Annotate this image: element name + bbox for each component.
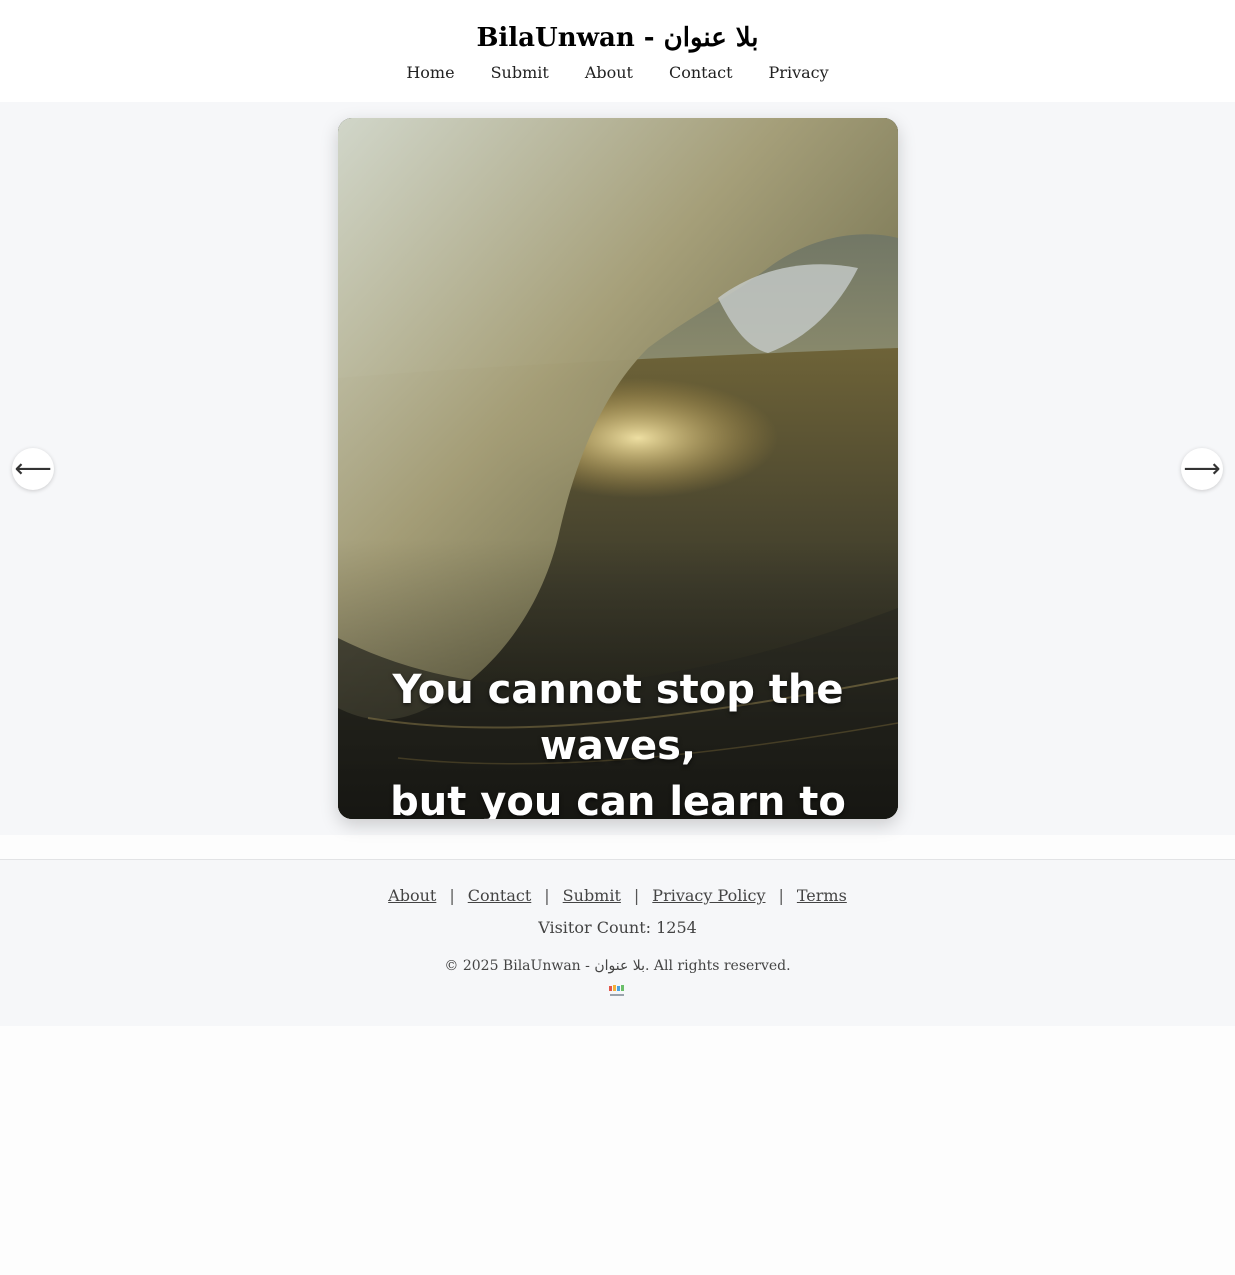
- footer-link-submit[interactable]: Submit: [563, 886, 621, 905]
- nav-privacy[interactable]: Privacy: [769, 62, 829, 84]
- footer-link-privacy-policy[interactable]: Privacy Policy: [652, 886, 765, 905]
- bilaunwan-logo-icon: [609, 985, 624, 996]
- nav-about[interactable]: About: [585, 62, 633, 84]
- next-slide-button[interactable]: ⟶: [1181, 448, 1223, 490]
- quote-line-1: You cannot stop the waves,: [392, 667, 844, 769]
- site-footer: About | Contact | Submit | Privacy Polic…: [0, 859, 1235, 1026]
- main-nav: Home Submit About Contact Privacy: [0, 62, 1235, 84]
- footer-separator: |: [544, 886, 550, 905]
- nav-contact[interactable]: Contact: [669, 62, 733, 84]
- footer-separator: |: [449, 886, 455, 905]
- site-title: BilaUnwan - بلا عنوان: [476, 23, 759, 53]
- copyright-text: © 2025 BilaUnwan - بلا عنوان. All rights…: [444, 958, 791, 974]
- quote-line-2: but you can learn to surf.: [390, 779, 846, 819]
- quote-card[interactable]: You cannot stop the waves, but you can l…: [338, 118, 898, 819]
- nav-submit[interactable]: Submit: [491, 62, 549, 84]
- footer-separator: |: [633, 886, 640, 905]
- arrow-left-icon: ⟵: [14, 454, 52, 484]
- footer-link-about[interactable]: About: [388, 886, 436, 905]
- prev-slide-button[interactable]: ⟵: [12, 448, 54, 490]
- site-header: BilaUnwan - بلا عنوان Home Submit About …: [0, 0, 1235, 102]
- quote-text: You cannot stop the waves, but you can l…: [338, 662, 898, 819]
- footer-link-contact[interactable]: Contact: [468, 886, 532, 905]
- visitor-count: Visitor Count: 1254: [538, 918, 697, 937]
- quote-slider: ⟵ You cannot stop the waves, but you can…: [0, 102, 1235, 835]
- nav-home[interactable]: Home: [406, 62, 454, 84]
- footer-link-terms[interactable]: Terms: [797, 886, 847, 905]
- arrow-right-icon: ⟶: [1183, 454, 1221, 484]
- footer-links: About | Contact | Submit | Privacy Polic…: [0, 886, 1235, 905]
- footer-separator: |: [778, 886, 784, 905]
